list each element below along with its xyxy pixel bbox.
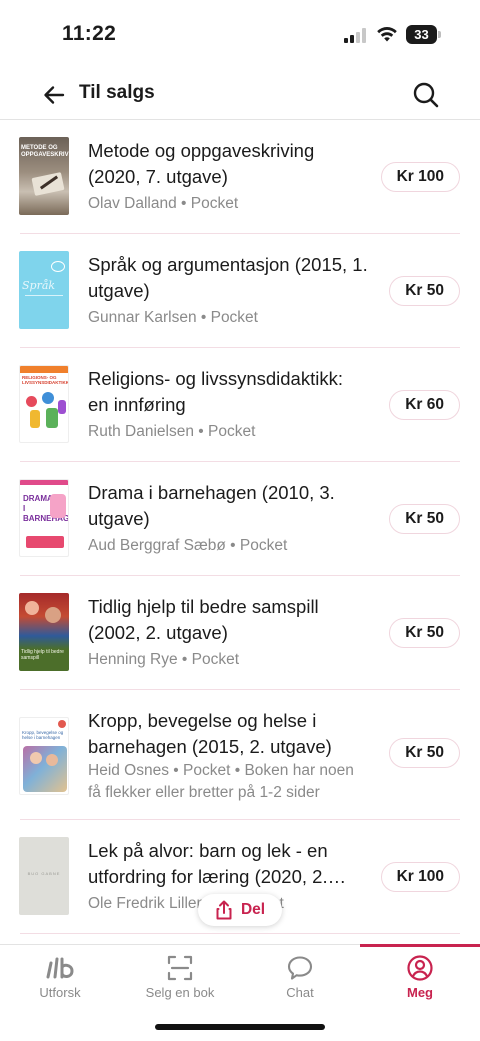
status-bar: 11:22 33 bbox=[0, 0, 480, 70]
book-title: Metode og oppgaveskriving (2020, 7. utga… bbox=[88, 140, 315, 187]
book-cover: DRAMA I BARNEHAGEN bbox=[19, 479, 69, 557]
book-row[interactable]: Tidlig hjelp til bedre samspill Tidlig h… bbox=[0, 576, 480, 690]
row-divider bbox=[20, 933, 460, 934]
book-title: Drama i barnehagen (2010, 3. utgave) bbox=[88, 482, 335, 529]
wifi-icon bbox=[377, 27, 397, 42]
chat-bubble-icon bbox=[287, 956, 313, 980]
cellular-signal-icon bbox=[344, 28, 368, 43]
app-header: Til salgs bbox=[0, 70, 480, 120]
book-meta: Aud Berggraf Sæbø • Pocket bbox=[88, 537, 288, 554]
book-cover: BUO GABNE bbox=[19, 837, 69, 915]
book-cover: METODE OG OPPGAVESKRIVING bbox=[19, 137, 69, 215]
book-row[interactable]: Språk Språk og argumentasjon (2015, 1. u… bbox=[0, 234, 480, 348]
book-title: Religions- og livssynsdidaktikk: en innf… bbox=[88, 368, 343, 415]
price-badge: Kr 100 bbox=[380, 862, 460, 892]
book-cover: Tidlig hjelp til bedre samspill bbox=[19, 593, 69, 671]
book-meta: Olav Dalland • Pocket bbox=[88, 195, 239, 212]
price-badge: Kr 50 bbox=[389, 738, 460, 768]
cover-title: RELIGIONS- OG LIVSSYNSDIDAKTIKK bbox=[22, 375, 69, 385]
cover-title: METODE OG OPPGAVESKRIVING bbox=[21, 145, 69, 158]
book-row[interactable]: DRAMA I BARNEHAGEN Drama i barnehagen (2… bbox=[0, 462, 480, 576]
page-title: Til salgs bbox=[79, 82, 155, 103]
cover-title: Språk bbox=[22, 279, 56, 292]
book-cover: Kropp, bevegelse og helse i barnehagen bbox=[19, 717, 69, 795]
book-row[interactable]: RELIGIONS- OG LIVSSYNSDIDAKTIKK Religion… bbox=[0, 348, 480, 462]
book-title: Tidlig hjelp til bedre samspill (2002, 2… bbox=[88, 596, 319, 643]
book-title: Språk og argumentasjon (2015, 1. utgave) bbox=[88, 254, 368, 301]
tab-meg[interactable]: Meg bbox=[360, 944, 480, 1007]
cover-title: DRAMA I BARNEHAGEN bbox=[23, 494, 69, 523]
battery-level: 33 bbox=[414, 27, 429, 42]
cover-title: Tidlig hjelp til bedre samspill bbox=[21, 649, 64, 661]
status-time: 11:22 bbox=[62, 22, 117, 45]
share-label: Del bbox=[240, 901, 266, 918]
book-meta: Heid Osnes • Pocket • Boken har noen få … bbox=[88, 762, 354, 801]
price-badge: Kr 50 bbox=[389, 276, 460, 306]
tab-label: Meg bbox=[407, 985, 433, 1000]
share-icon bbox=[216, 900, 232, 920]
search-button[interactable] bbox=[408, 77, 444, 113]
tab-chat[interactable]: Chat bbox=[240, 945, 360, 1007]
scan-barcode-icon bbox=[167, 955, 193, 981]
profile-icon bbox=[407, 955, 433, 981]
back-button[interactable] bbox=[38, 79, 70, 111]
book-row[interactable]: METODE OG OPPGAVESKRIVING Metode og oppg… bbox=[0, 120, 480, 234]
share-button[interactable]: Del bbox=[198, 894, 282, 926]
price-badge: Kr 50 bbox=[389, 504, 460, 534]
explore-logo-icon bbox=[46, 957, 74, 979]
battery-icon: 33 bbox=[406, 25, 441, 44]
price-badge: Kr 50 bbox=[389, 618, 460, 648]
tab-label: Chat bbox=[286, 985, 314, 1000]
cover-title: BUO GABNE bbox=[27, 871, 61, 876]
tab-label: Selg en bok bbox=[145, 985, 215, 1000]
arrow-left-icon bbox=[44, 86, 65, 104]
tab-label: Utforsk bbox=[39, 985, 81, 1000]
book-meta: Ruth Danielsen • Pocket bbox=[88, 423, 256, 440]
price-badge: Kr 100 bbox=[380, 162, 460, 192]
book-row[interactable]: Kropp, bevegelse og helse i barnehagen K… bbox=[0, 690, 480, 820]
price-badge: Kr 60 bbox=[389, 390, 460, 420]
book-title: Lek på alvor: barn og lek - en utfordrin… bbox=[88, 840, 328, 887]
tab-utforsk[interactable]: Utforsk bbox=[0, 945, 120, 1007]
book-meta: Henning Rye • Pocket bbox=[88, 651, 240, 668]
tab-selg-en-bok[interactable]: Selg en bok bbox=[120, 945, 240, 1007]
book-meta: Gunnar Karlsen • Pocket bbox=[88, 309, 258, 326]
book-cover: RELIGIONS- OG LIVSSYNSDIDAKTIKK bbox=[19, 365, 69, 443]
search-icon bbox=[413, 82, 439, 108]
book-title: Kropp, bevegelse og helse i barnehagen (… bbox=[88, 710, 332, 757]
home-indicator bbox=[155, 1024, 325, 1030]
book-cover: Språk bbox=[19, 251, 69, 329]
cover-title: Kropp, bevegelse og helse i barnehagen bbox=[22, 730, 64, 740]
